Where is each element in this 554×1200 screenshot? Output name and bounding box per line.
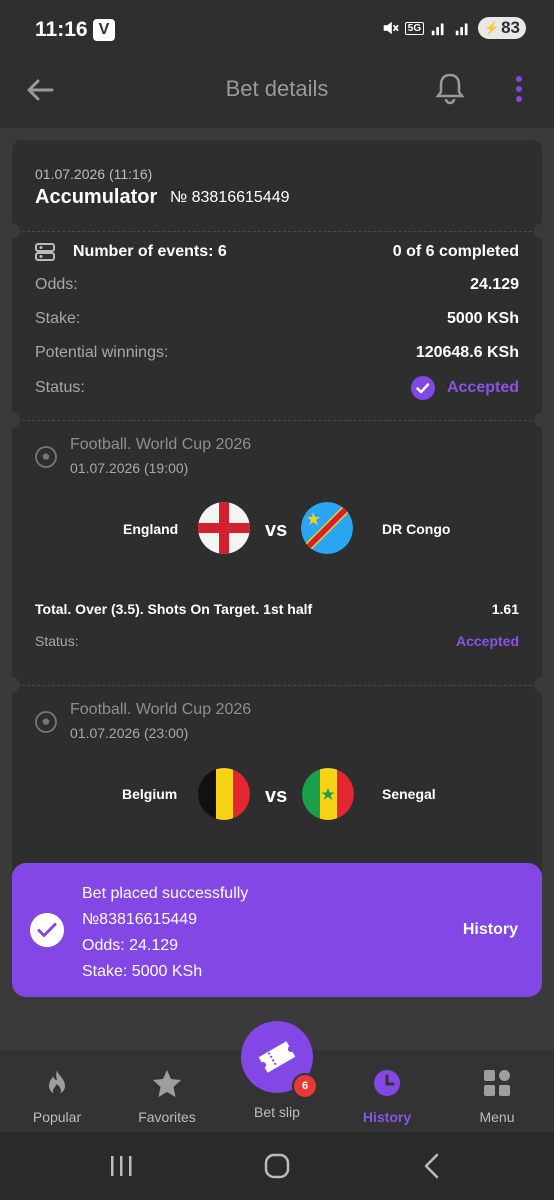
bet-placed-toast: Bet placed successfully №83816615449 Odd…: [12, 863, 542, 997]
nav-menu[interactable]: Menu: [442, 1050, 552, 1125]
event-date: 01.07.2026 (19:00): [70, 460, 189, 476]
away-team: Senegal: [382, 786, 436, 802]
winnings-value: 120648.6 KSh: [415, 344, 519, 361]
nav-history[interactable]: History: [332, 1050, 442, 1125]
status-bar: 11:16 V 5G ⚡ 83: [0, 0, 554, 60]
status-accepted: Accepted: [446, 379, 519, 396]
toast-history-button[interactable]: History: [463, 921, 518, 939]
clock-icon: [374, 1070, 400, 1096]
bell-icon[interactable]: [434, 72, 466, 106]
event-status-label: Status:: [35, 633, 79, 649]
nav-popular[interactable]: Popular: [2, 1050, 112, 1125]
market-row: Total. Over (3.5). Shots On Target. 1st …: [35, 601, 519, 617]
app-notification-icon: V: [93, 19, 115, 41]
nav-betslip-label: Bet slip: [254, 1104, 300, 1120]
nav-favorites[interactable]: Favorites: [112, 1050, 222, 1125]
event-status-accepted: Accepted: [455, 633, 519, 649]
status-label: Status:: [35, 379, 85, 396]
football-icon: [35, 446, 57, 468]
battery-indicator: ⚡ 83: [478, 17, 526, 39]
event-competition: Football. World Cup 2026: [70, 436, 252, 453]
system-back-icon[interactable]: [420, 1152, 444, 1180]
toast-stake: Stake: 5000 KSh: [82, 963, 203, 980]
football-icon: [35, 711, 57, 733]
england-flag-icon: [198, 502, 250, 554]
status-icons: 5G ⚡ 83: [381, 17, 526, 39]
odds-row: Odds: 24.129: [35, 276, 519, 294]
status-row: Status: Accepted: [35, 376, 519, 400]
app-bar: Bet details: [0, 60, 554, 128]
odds-label: Odds:: [35, 276, 78, 293]
belgium-flag-icon: [198, 768, 250, 820]
stake-label: Stake:: [35, 310, 81, 327]
toast-title: Bet placed successfully: [82, 885, 249, 902]
events-count: Number of events: 6: [73, 243, 227, 260]
system-nav-bar: [0, 1132, 554, 1200]
toast-message: Bet placed successfully №83816615449 Odd…: [82, 881, 248, 985]
grid-menu-icon: [484, 1070, 510, 1096]
signal-icon: [431, 23, 444, 36]
signal-icon-2: [455, 23, 468, 36]
betslip-count-badge: 6: [292, 1073, 318, 1099]
event-status-row: Status: Accepted: [35, 633, 519, 649]
odds-value: 24.129: [470, 276, 519, 293]
away-team: DR Congo: [382, 521, 451, 537]
page-title: Bet details: [225, 76, 329, 101]
nav-menu-label: Menu: [479, 1109, 515, 1125]
bet-details-card: 01.07.2026 (11:16) Accumulator № 8381661…: [12, 140, 542, 880]
winnings-row: Potential winnings: 120648.6 KSh: [35, 344, 519, 362]
toast-odds: Odds: 24.129: [82, 937, 179, 954]
senegal-flag-icon: [302, 768, 354, 820]
nav-history-label: History: [362, 1109, 412, 1125]
more-menu-icon[interactable]: [512, 74, 526, 104]
dr-congo-flag-icon: [301, 502, 353, 554]
bet-datetime: 01.07.2026 (11:16): [35, 166, 153, 182]
battery-level: 83: [501, 18, 520, 37]
events-completed: 0 of 6 completed: [392, 243, 519, 260]
bet-number: № 83816615449: [170, 189, 290, 206]
events-list-icon: [35, 243, 55, 261]
market-odds: 1.61: [491, 601, 519, 617]
vs-label: vs: [265, 785, 288, 807]
nav-favorites-label: Favorites: [138, 1109, 196, 1125]
vs-label: vs: [265, 519, 288, 541]
home-icon[interactable]: [263, 1152, 291, 1180]
winnings-label: Potential winnings:: [35, 344, 169, 361]
mute-icon: [383, 21, 399, 35]
event-date: 01.07.2026 (23:00): [70, 725, 189, 741]
network-type-icon: 5G: [404, 21, 425, 35]
clock: 11:16: [35, 18, 88, 41]
success-check-icon: [30, 913, 64, 947]
ticket-icon: [258, 1041, 296, 1073]
event-competition: Football. World Cup 2026: [70, 701, 252, 718]
events-row: Number of events: 6 0 of 6 completed: [35, 242, 519, 262]
home-team: Belgium: [122, 786, 178, 802]
accepted-check-icon: [410, 376, 435, 400]
home-team: England: [123, 521, 179, 537]
stake-row: Stake: 5000 KSh: [35, 310, 519, 328]
star-icon: [153, 1070, 181, 1097]
nav-popular-label: Popular: [32, 1109, 82, 1125]
bet-type: Accumulator: [35, 186, 158, 208]
market-name: Total. Over (3.5). Shots On Target. 1st …: [35, 601, 313, 617]
stake-value: 5000 KSh: [446, 310, 519, 327]
toast-bet-number: №83816615449: [82, 911, 198, 928]
recent-apps-icon[interactable]: [108, 1154, 134, 1178]
flame-icon: [49, 1070, 65, 1095]
